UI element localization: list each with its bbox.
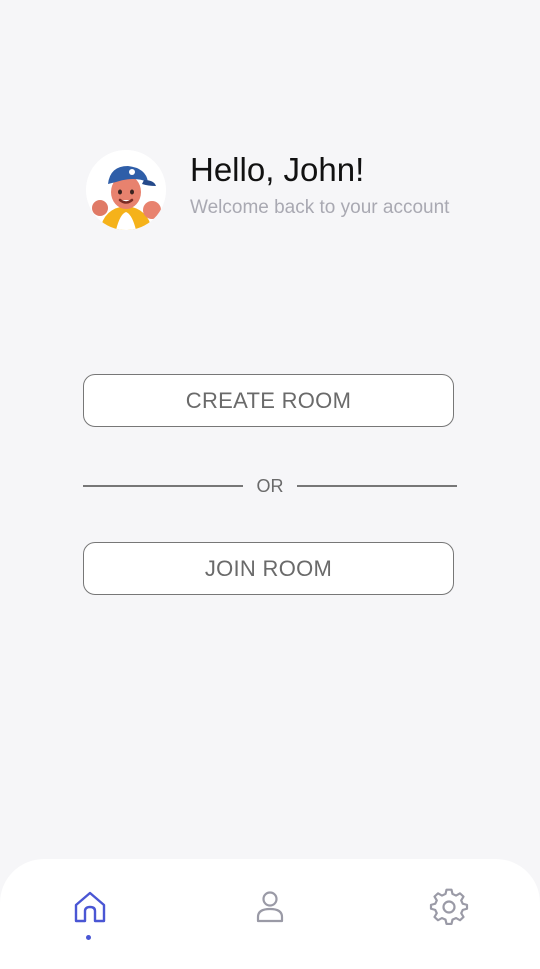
avatar[interactable] xyxy=(86,150,166,230)
bottom-navigation xyxy=(0,859,540,969)
avatar-illustration xyxy=(86,150,166,230)
separator-label: OR xyxy=(256,475,284,496)
separator-line-right xyxy=(297,485,457,487)
join-room-button[interactable]: JOIN ROOM xyxy=(83,542,454,595)
separator-line-left xyxy=(83,485,243,487)
nav-settings-button[interactable] xyxy=(429,887,469,927)
gear-icon xyxy=(429,888,469,925)
active-indicator xyxy=(86,935,91,940)
or-separator: OR xyxy=(83,474,457,498)
user-icon xyxy=(256,891,284,923)
home-icon xyxy=(74,891,106,923)
nav-profile-button[interactable] xyxy=(250,887,290,927)
greeting-text: Hello, John! Welcome back to your accoun… xyxy=(190,153,450,219)
greeting-header: Hello, John! Welcome back to your accoun… xyxy=(86,150,449,230)
create-room-button[interactable]: CREATE ROOM xyxy=(83,374,454,427)
greeting-subtitle: Welcome back to your account xyxy=(190,197,450,218)
greeting-title: Hello, John! xyxy=(190,151,365,188)
nav-home-button[interactable] xyxy=(70,887,110,927)
